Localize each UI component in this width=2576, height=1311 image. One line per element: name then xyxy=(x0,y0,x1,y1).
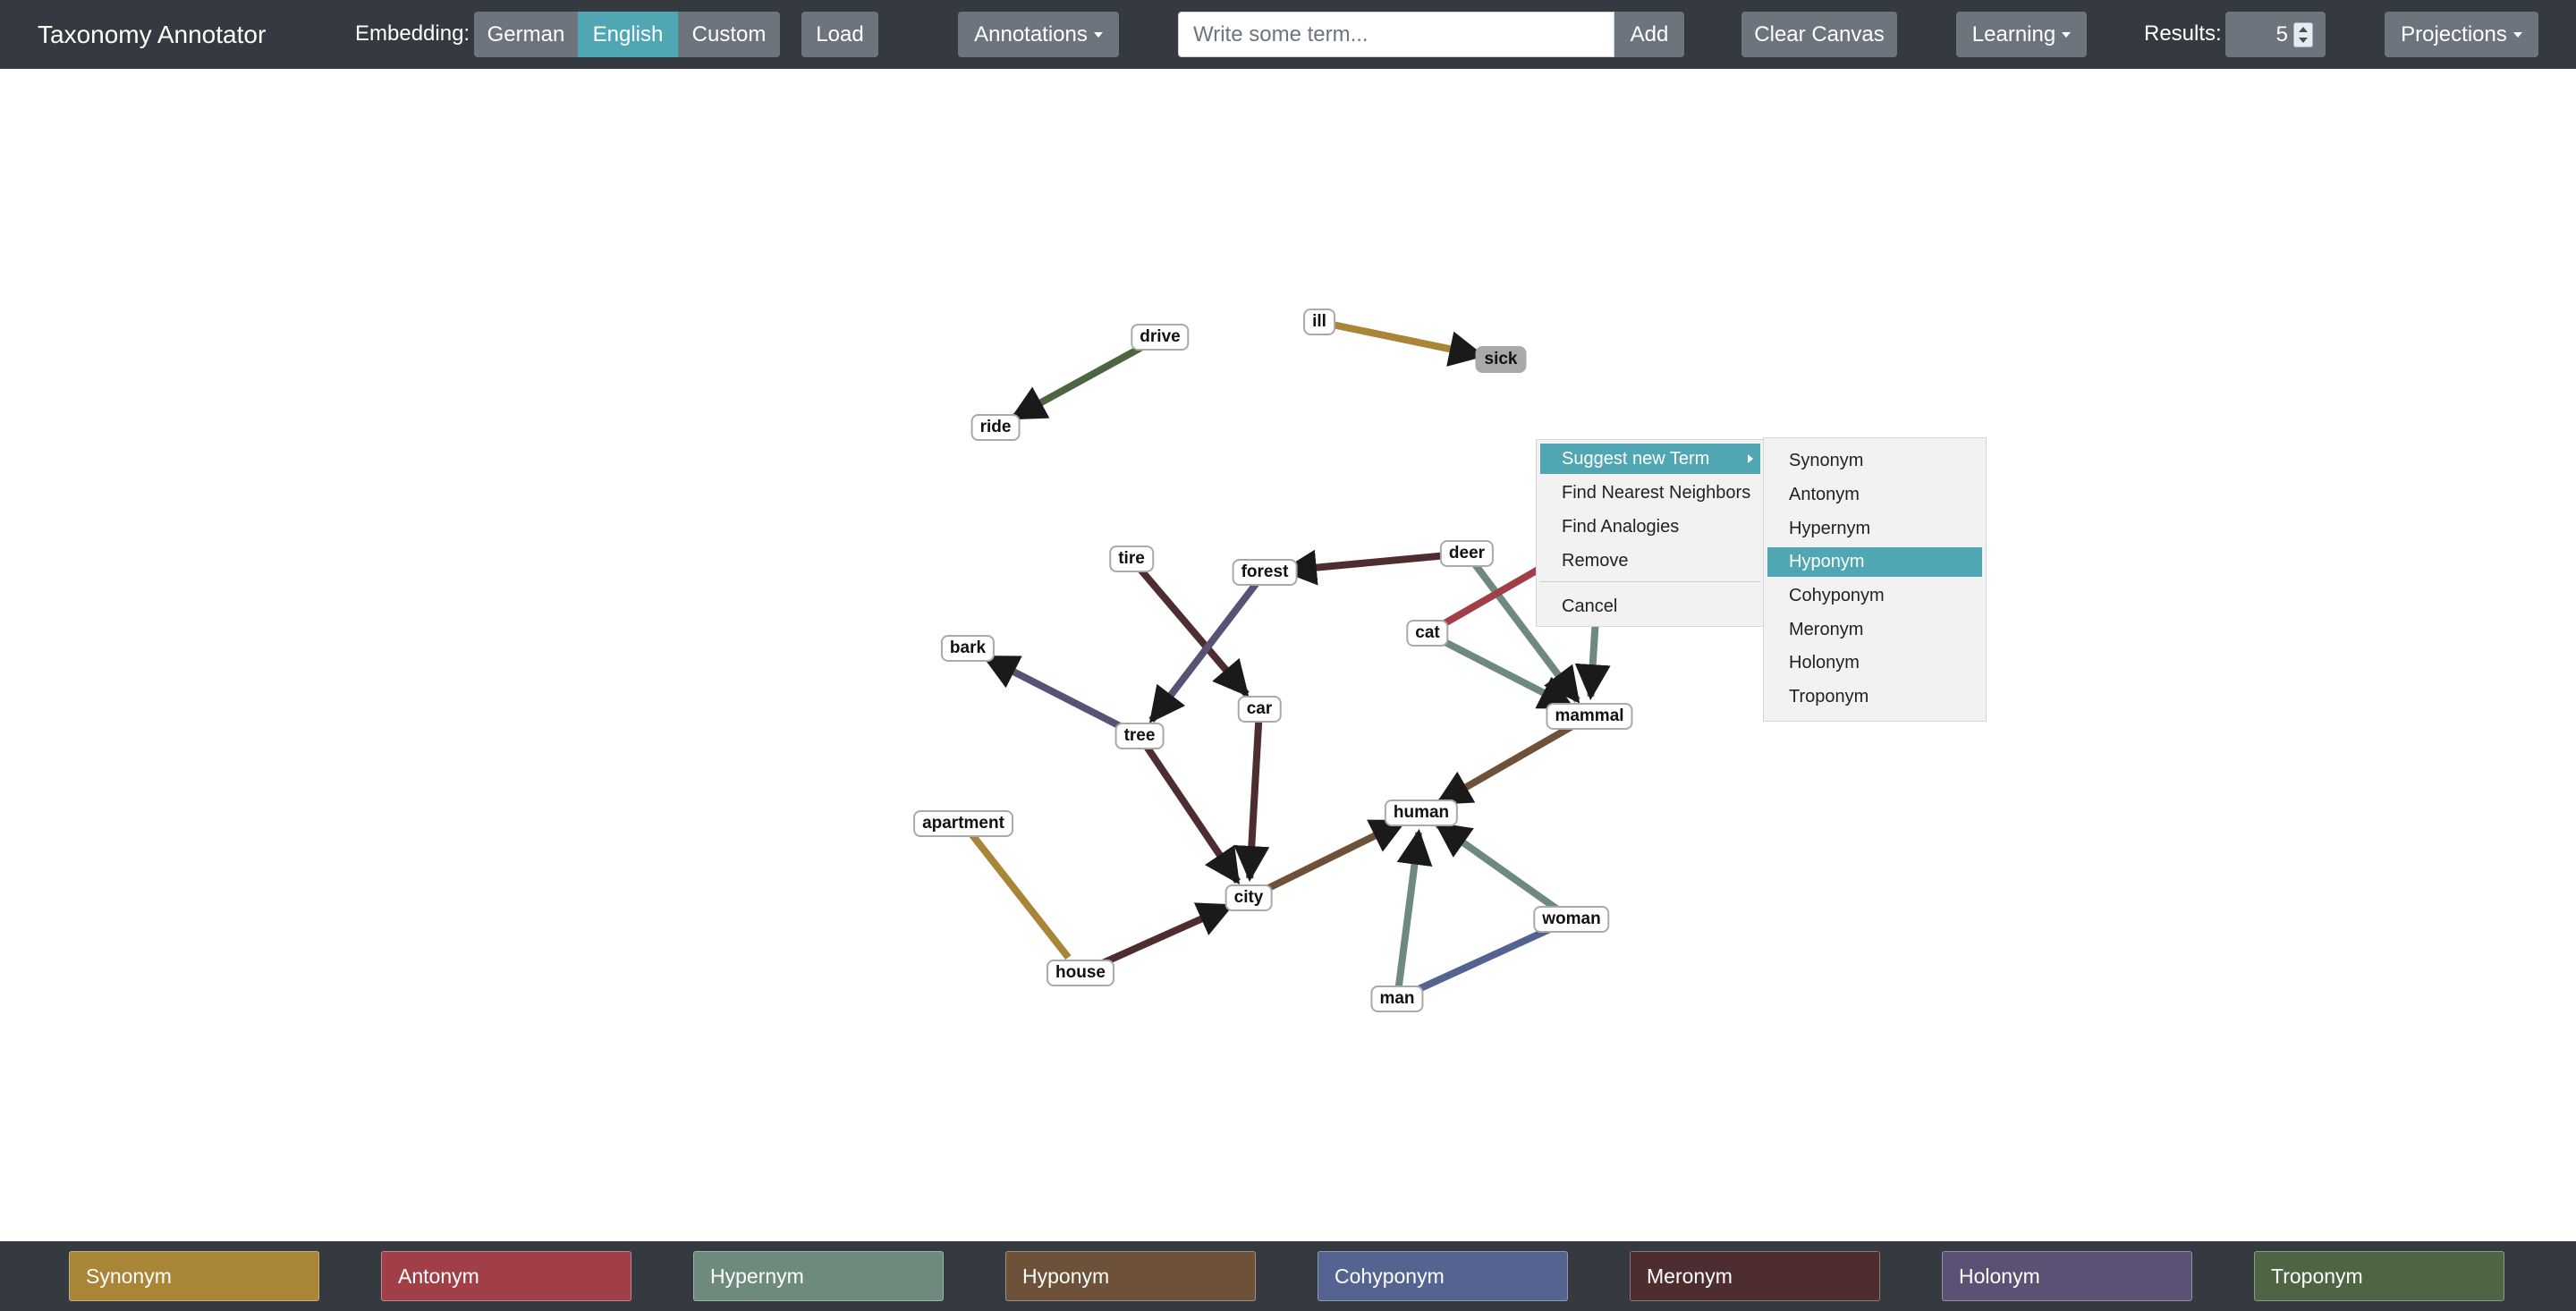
edge-mammal-human[interactable] xyxy=(1435,719,1580,807)
edge-apartment-house[interactable] xyxy=(968,831,1072,960)
menu-item-suggest-new-term[interactable]: Suggest new Term xyxy=(1540,444,1760,474)
edge-ill-sick[interactable] xyxy=(1330,320,1486,367)
edge-deer-forest[interactable] xyxy=(1280,549,1455,586)
chevron-right-icon xyxy=(1748,454,1753,463)
relation-legend: Synonym Antonym Hypernym Hyponym Cohypon… xyxy=(0,1241,2576,1311)
graph-canvas[interactable]: drive ride ill sick tire forest deer cat bark car… xyxy=(0,69,2576,1241)
annotations-dropdown[interactable]: Annotations xyxy=(958,12,1119,57)
menu-item-find-analogies[interactable]: Find Analogies xyxy=(1540,512,1760,542)
submenu-item-cohyponym[interactable]: Cohyponym xyxy=(1767,581,1982,611)
edge-tire-car[interactable] xyxy=(1137,566,1250,698)
graph-edges-layer xyxy=(968,320,1611,997)
node-tree[interactable]: tree xyxy=(1114,723,1165,749)
legend-hypernym[interactable]: Hypernym xyxy=(693,1251,944,1301)
stepper-arrows-icon[interactable] xyxy=(2293,22,2313,47)
node-bark[interactable]: bark xyxy=(940,635,996,662)
edge-tree-city[interactable] xyxy=(1143,744,1241,885)
embedding-custom-button[interactable]: Custom xyxy=(678,12,780,57)
node-human[interactable]: human xyxy=(1384,799,1459,826)
legend-antonym[interactable]: Antonym xyxy=(381,1251,631,1301)
results-stepper[interactable]: 5 xyxy=(2225,12,2326,57)
node-car[interactable]: car xyxy=(1237,696,1282,723)
results-label: Results: xyxy=(2144,21,2222,46)
node-house[interactable]: house xyxy=(1046,960,1114,986)
legend-meronym[interactable]: Meronym xyxy=(1630,1251,1880,1301)
top-navbar: Taxonomy Annotator Embedding: German Eng… xyxy=(0,0,2576,69)
legend-troponym[interactable]: Troponym xyxy=(2254,1251,2504,1301)
embedding-english-button[interactable]: English xyxy=(578,12,678,57)
clear-canvas-button[interactable]: Clear Canvas xyxy=(1741,12,1897,57)
context-menu: Suggest new Term Find Nearest Neighbors … xyxy=(1536,439,1765,627)
node-sick[interactable]: sick xyxy=(1475,346,1527,373)
legend-synonym[interactable]: Synonym xyxy=(69,1251,319,1301)
edge-cat-mammal[interactable] xyxy=(1436,635,1575,711)
edge-man-human[interactable] xyxy=(1394,828,1433,987)
term-input[interactable] xyxy=(1178,12,1614,57)
annotations-dropdown-label: Annotations xyxy=(974,22,1088,47)
edge-drive-ride[interactable] xyxy=(1009,340,1151,421)
caret-down-icon xyxy=(2062,32,2072,38)
node-ride[interactable]: ride xyxy=(970,414,1021,441)
submenu-item-troponym[interactable]: Troponym xyxy=(1767,682,1982,712)
menu-item-label: Suggest new Term xyxy=(1562,449,1710,469)
node-man[interactable]: man xyxy=(1370,985,1424,1012)
projections-dropdown-label: Projections xyxy=(2401,22,2507,47)
node-mammal[interactable]: mammal xyxy=(1546,703,1633,730)
submenu-item-hypernym[interactable]: Hypernym xyxy=(1767,514,1982,544)
node-drive[interactable]: drive xyxy=(1131,324,1190,351)
edge-woman-human[interactable] xyxy=(1434,821,1563,916)
submenu-item-holonym[interactable]: Holonym xyxy=(1767,648,1982,678)
submenu-item-synonym[interactable]: Synonym xyxy=(1767,446,1982,476)
submenu-item-hyponym[interactable]: Hyponym xyxy=(1767,547,1982,577)
node-ill[interactable]: ill xyxy=(1303,309,1335,335)
caret-down-icon xyxy=(1093,32,1103,38)
menu-item-cancel[interactable]: Cancel xyxy=(1540,591,1760,622)
learning-dropdown[interactable]: Learning xyxy=(1956,12,2087,57)
projections-dropdown[interactable]: Projections xyxy=(2385,12,2538,57)
app-title: Taxonomy Annotator xyxy=(38,21,267,48)
caret-down-icon xyxy=(2512,32,2522,38)
edge-tree-bark[interactable] xyxy=(982,654,1131,734)
submenu-item-antonym[interactable]: Antonym xyxy=(1767,480,1982,510)
menu-item-find-nearest-neighbors[interactable]: Find Nearest Neighbors xyxy=(1540,478,1760,508)
menu-divider xyxy=(1540,581,1760,582)
legend-hyponym[interactable]: Hyponym xyxy=(1005,1251,1256,1301)
node-tire[interactable]: tire xyxy=(1109,546,1154,572)
learning-dropdown-label: Learning xyxy=(1971,22,2056,47)
legend-cohyponym[interactable]: Cohyponym xyxy=(1318,1251,1568,1301)
add-term-button[interactable]: Add xyxy=(1614,12,1684,57)
node-deer[interactable]: deer xyxy=(1439,540,1495,567)
edge-house-city[interactable] xyxy=(1090,902,1234,971)
node-apartment[interactable]: apartment xyxy=(913,810,1013,837)
menu-item-remove[interactable]: Remove xyxy=(1540,546,1760,576)
embedding-label: Embedding: xyxy=(355,21,470,46)
legend-holonym[interactable]: Holonym xyxy=(1942,1251,2192,1301)
results-value: 5 xyxy=(2275,22,2288,47)
load-button[interactable]: Load xyxy=(801,12,878,57)
node-cat[interactable]: cat xyxy=(1406,620,1449,647)
relation-submenu: Synonym Antonym Hypernym Hyponym Cohypon… xyxy=(1763,437,1987,722)
edge-city-human[interactable] xyxy=(1258,818,1407,896)
embedding-german-button[interactable]: German xyxy=(474,12,578,57)
node-forest[interactable]: forest xyxy=(1232,559,1298,586)
submenu-item-meronym[interactable]: Meronym xyxy=(1767,615,1982,645)
edge-man-woman[interactable] xyxy=(1407,924,1555,997)
edge-car-city[interactable] xyxy=(1233,721,1270,883)
node-woman[interactable]: woman xyxy=(1533,906,1610,933)
node-city[interactable]: city xyxy=(1224,884,1273,911)
